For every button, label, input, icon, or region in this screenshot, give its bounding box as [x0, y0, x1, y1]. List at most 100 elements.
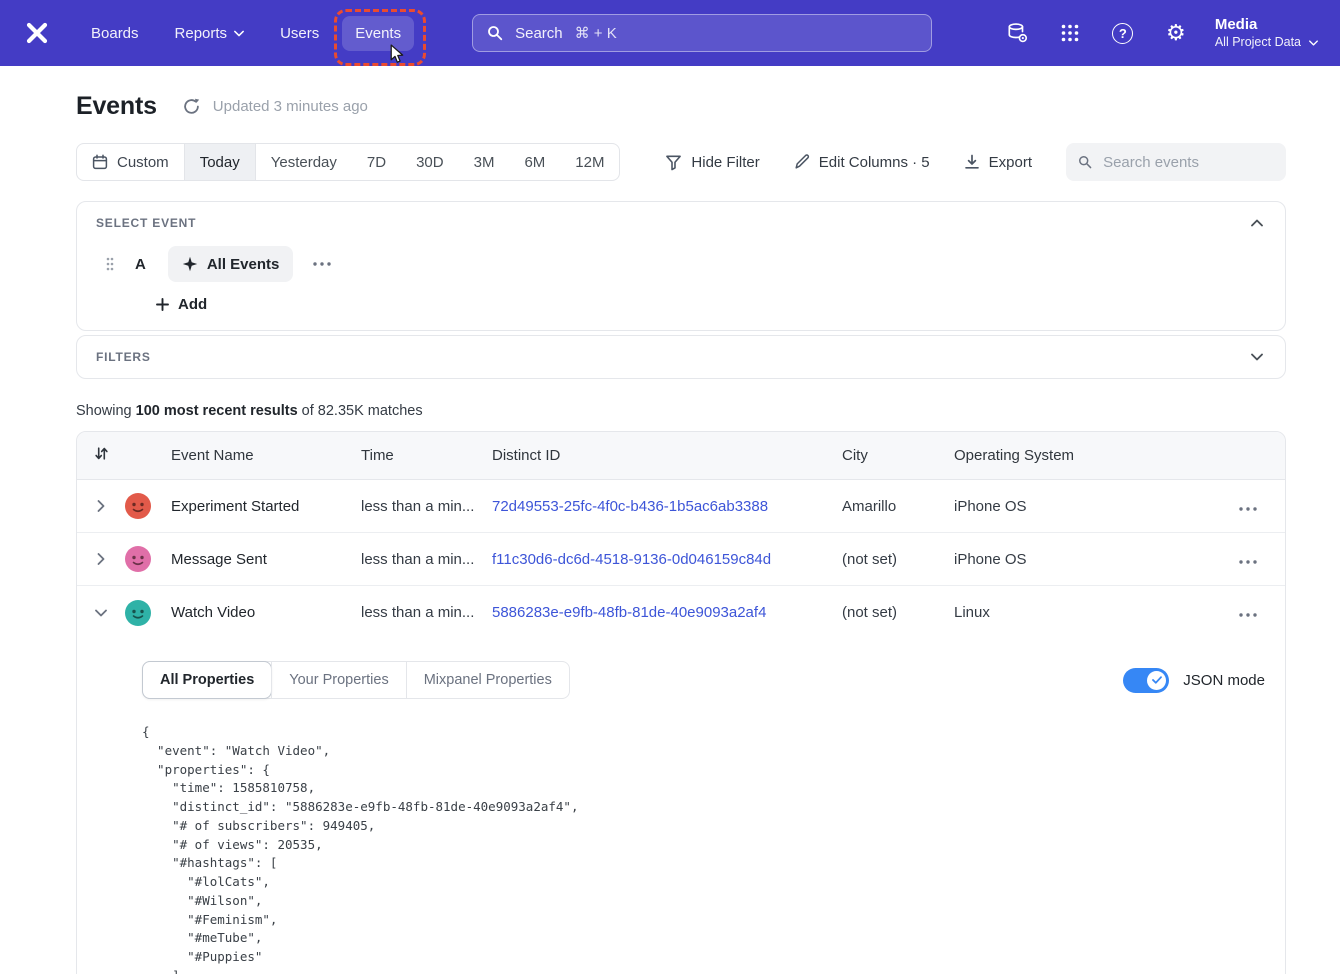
row-menu-icon[interactable]: [1239, 498, 1257, 515]
date-range-3m[interactable]: 3M: [459, 144, 510, 180]
select-event-card: SELECT EVENT A All Events: [76, 201, 1286, 331]
export-button[interactable]: Export: [964, 154, 1032, 171]
check-icon: [1152, 676, 1162, 684]
selected-event-label: All Events: [207, 256, 280, 273]
search-icon: [1078, 154, 1092, 170]
gear-glyph: ⚙: [1166, 22, 1186, 44]
range-label: 6M: [524, 154, 545, 171]
all-events-selector[interactable]: All Events: [168, 246, 294, 282]
nav-item-reports[interactable]: Reports: [162, 16, 258, 51]
add-event-label: Add: [178, 296, 207, 313]
city-value: Amarillo: [842, 498, 954, 515]
project-name: Media: [1215, 15, 1318, 34]
range-label: 12M: [575, 154, 604, 171]
date-range-7d[interactable]: 7D: [352, 144, 401, 180]
collapse-section-button[interactable]: [1247, 217, 1267, 229]
apps-grid-icon[interactable]: [1058, 21, 1082, 45]
col-header-os: Operating System: [954, 447, 1154, 464]
tab-all-properties[interactable]: All Properties: [142, 661, 272, 699]
expand-row-icon[interactable]: [93, 549, 109, 569]
event-json-view: { "event": "Watch Video", "properties": …: [142, 723, 1265, 974]
help-circle: ?: [1112, 23, 1133, 44]
nav-reports-label: Reports: [175, 25, 228, 42]
drag-handle-icon[interactable]: [106, 257, 114, 271]
event-name: Message Sent: [171, 551, 361, 568]
nav-users-label: Users: [280, 25, 319, 42]
database-icon: [1006, 22, 1028, 44]
date-range-today[interactable]: Today: [185, 144, 256, 180]
project-selector[interactable]: Media All Project Data: [1215, 15, 1318, 51]
expand-section-button[interactable]: [1247, 351, 1267, 363]
search-events-input[interactable]: [1101, 153, 1274, 172]
table-row[interactable]: Watch Video less than a min... 5886283e-…: [77, 586, 1285, 639]
event-time: less than a min...: [361, 498, 474, 515]
json-mode-toggle[interactable]: [1123, 668, 1169, 693]
settings-gear-icon[interactable]: ⚙: [1164, 21, 1188, 45]
pencil-icon: [794, 154, 810, 170]
date-range-12m[interactable]: 12M: [560, 144, 619, 180]
data-management-icon[interactable]: [1005, 21, 1029, 45]
avatar: [125, 600, 151, 626]
filters-card[interactable]: FILTERS: [76, 335, 1286, 379]
col-header-city: City: [842, 447, 954, 464]
distinct-id-link[interactable]: f11c30d6-dc6d-4518-9136-0d046159c84d: [492, 551, 771, 568]
expand-row-icon[interactable]: [93, 496, 109, 516]
city-value: (not set): [842, 551, 954, 568]
toolbar-right: Hide Filter Edit Columns · 5 Export: [665, 143, 1286, 181]
event-detail-panel: All Properties Your Properties Mixpanel …: [77, 639, 1285, 974]
nav-item-boards[interactable]: Boards: [78, 16, 152, 51]
add-event-button[interactable]: Add: [156, 296, 207, 313]
toggle-knob: [1147, 671, 1166, 690]
chevron-down-icon: [1309, 40, 1318, 46]
range-label: 7D: [367, 154, 386, 171]
select-event-title: SELECT EVENT: [96, 216, 196, 230]
event-name: Watch Video: [171, 604, 361, 621]
date-range-6m[interactable]: 6M: [509, 144, 560, 180]
sort-icon[interactable]: [94, 446, 109, 465]
chevron-up-icon: [1251, 219, 1263, 227]
calendar-icon: [92, 154, 108, 170]
event-name: Experiment Started: [171, 498, 361, 515]
col-header-event-name: Event Name: [171, 447, 361, 464]
collapse-row-icon[interactable]: [93, 603, 109, 623]
tab-your-properties[interactable]: Your Properties: [271, 662, 405, 698]
help-glyph: ?: [1119, 26, 1127, 41]
nav-item-events[interactable]: Events: [342, 16, 414, 51]
plus-icon: [156, 298, 169, 311]
nav-item-users[interactable]: Users: [267, 16, 332, 51]
table-row[interactable]: Experiment Started less than a min... 72…: [77, 480, 1285, 533]
hide-filter-label: Hide Filter: [691, 154, 759, 171]
edit-columns-button[interactable]: Edit Columns · 5: [794, 154, 930, 171]
help-icon[interactable]: ?: [1111, 21, 1135, 45]
range-label: 30D: [416, 154, 444, 171]
row-menu-icon[interactable]: [1239, 551, 1257, 568]
event-row-menu-icon[interactable]: [307, 257, 337, 271]
edit-columns-label: Edit Columns · 5: [819, 154, 930, 171]
global-search-input[interactable]: Search ⌘ + K: [472, 14, 932, 52]
table-row[interactable]: Message Sent less than a min... f11c30d6…: [77, 533, 1285, 586]
hide-filter-button[interactable]: Hide Filter: [665, 154, 759, 171]
event-row-letter: A: [135, 256, 146, 273]
row-menu-icon[interactable]: [1239, 604, 1257, 621]
date-range-30d[interactable]: 30D: [401, 144, 459, 180]
results-prefix: Showing: [76, 403, 136, 419]
refresh-icon[interactable]: [183, 98, 200, 115]
col-header-distinct-id: Distinct ID: [492, 447, 842, 464]
distinct-id-link[interactable]: 5886283e-e9fb-48fb-81de-40e9093a2af4: [492, 604, 766, 621]
os-value: iPhone OS: [954, 498, 1154, 515]
distinct-id-link[interactable]: 72d49553-25fc-4f0c-b436-1b5ac6ab3388: [492, 498, 768, 515]
mixpanel-logo[interactable]: [22, 18, 52, 48]
chevron-down-icon: [1251, 353, 1263, 361]
range-label: Custom: [117, 154, 169, 171]
nav-events-label: Events: [355, 25, 401, 42]
json-mode-label: JSON mode: [1183, 672, 1265, 689]
mixpanel-logo-icon: [25, 21, 49, 45]
tab-mixpanel-properties[interactable]: Mixpanel Properties: [406, 662, 569, 698]
avatar: [125, 546, 151, 572]
date-range-yesterday[interactable]: Yesterday: [256, 144, 352, 180]
date-range-custom[interactable]: Custom: [77, 144, 185, 180]
events-table: Event Name Time Distinct ID City Operati…: [76, 431, 1286, 974]
city-value: (not set): [842, 604, 954, 621]
search-events-box: [1066, 143, 1286, 181]
page-content: Events Updated 3 minutes ago Custom Toda…: [0, 66, 1340, 974]
